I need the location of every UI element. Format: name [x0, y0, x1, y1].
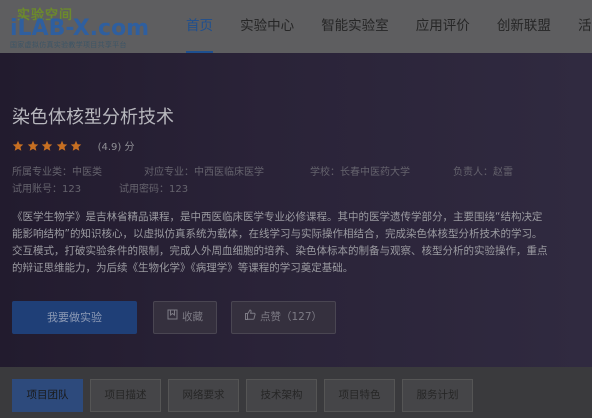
star-icon: [12, 140, 24, 151]
description-line: 交互模式，打破实验条件的限制，完成人外周血细胞的培养、染色体标本的制备与观察、核…: [12, 245, 548, 257]
meta-major: 对应专业：中西医临床医学: [144, 167, 264, 178]
nav-item-alliance[interactable]: 创新联盟: [497, 0, 551, 53]
top-nav: 实验空间 iLAB-X.com 国家虚拟仿真实验教学项目共享平台 首页 实验中心…: [0, 0, 592, 53]
meta-trial-account: 试用账号：123: [12, 184, 82, 195]
site-logo[interactable]: 实验空间 iLAB-X.com 国家虚拟仿真实验教学项目共享平台: [10, 4, 170, 50]
nav-item-smart-lab[interactable]: 智能实验室: [321, 0, 389, 53]
tab-network-requirements[interactable]: 网络要求: [168, 379, 239, 412]
star-icon: [27, 140, 38, 151]
star-icon: [56, 140, 67, 151]
nav-item-activities[interactable]: 活动: [578, 0, 592, 53]
bookmark-icon: [167, 302, 178, 333]
do-experiment-button[interactable]: 我要做实验: [12, 301, 137, 334]
nav-item-experiment-center[interactable]: 实验中心: [240, 0, 294, 53]
description-line: 的辩证思维能力，为后续《生物化学》《病理学》等课程的学习奠定基础。: [12, 262, 354, 274]
course-title: 染色体核型分析技术: [12, 107, 174, 128]
description-line: 《医学生物学》是吉林省精品课程，是中西医临床医学专业必修课程。其中的医学遗传学部…: [12, 211, 543, 223]
main-menu: 首页 实验中心 智能实验室 应用评价 创新联盟 活动: [186, 0, 592, 53]
star-rating: [12, 135, 85, 154]
star-icon: [41, 140, 53, 151]
meta-trial-password: 试用密码：123: [119, 184, 189, 195]
meta-category: 所属专业类：中医类: [12, 167, 102, 178]
description-line: 能影响结构”的知识核心，以虚拟仿真系统为载体，在线学习与实际操作相结合，完成染色…: [12, 228, 543, 240]
like-label: 点赞（127）: [259, 311, 323, 323]
star-icon: [70, 140, 82, 151]
rating-score: (4.9) 分: [97, 142, 135, 153]
logo-wordmark: iLAB-X.com: [10, 16, 150, 41]
tab-project-description[interactable]: 项目描述: [90, 379, 161, 412]
nav-item-evaluation[interactable]: 应用评价: [416, 0, 470, 53]
tab-project-features[interactable]: 项目特色: [324, 379, 395, 412]
meta-owner: 负责人：赵雷: [453, 167, 513, 178]
logo-subtitle: 国家虚拟仿真实验教学项目共享平台: [10, 41, 127, 49]
course-description: 《医学生物学》是吉林省精品课程，是中西医临床医学专业必修课程。其中的医学遗传学部…: [12, 209, 592, 277]
tab-service-plan[interactable]: 服务计划: [402, 379, 473, 412]
section-tabs: 项目团队 项目描述 网络要求 技术架构 项目特色 服务计划: [0, 367, 592, 418]
rating: (4.9) 分: [12, 135, 135, 154]
nav-item-home[interactable]: 首页: [186, 0, 213, 53]
like-button[interactable]: 点赞（127）: [231, 301, 336, 334]
meta-school: 学校：长春中医药大学: [310, 167, 410, 178]
favorite-label: 收藏: [182, 311, 203, 323]
favorite-button[interactable]: 收藏: [153, 301, 217, 334]
thumbs-up-icon: [244, 302, 256, 333]
course-hero: 染色体核型分析技术 (4.9) 分 所属专业类：中医类 对应专业：中西医临床医学…: [0, 53, 592, 367]
tab-project-team[interactable]: 项目团队: [12, 379, 83, 412]
tab-tech-architecture[interactable]: 技术架构: [246, 379, 317, 412]
